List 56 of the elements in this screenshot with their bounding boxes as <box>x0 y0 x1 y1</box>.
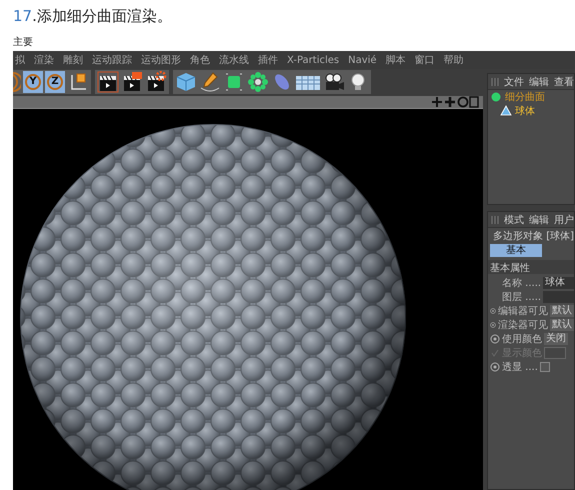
grip-icon[interactable] <box>491 76 499 86</box>
cloner-icon[interactable] <box>247 70 269 92</box>
attribute-label: 使用颜色 <box>502 332 542 346</box>
menu-item[interactable]: 渲染 <box>34 53 54 67</box>
object-name[interactable]: 细分曲面 <box>505 90 545 104</box>
menu-item[interactable]: X-Particles <box>287 54 340 66</box>
menu-item[interactable]: Navié <box>348 54 377 66</box>
menu-item[interactable]: 脚本 <box>386 53 406 67</box>
attribute-label: 图层 ..... <box>502 291 542 304</box>
sphere-object-icon[interactable] <box>500 105 512 117</box>
attribute-label: 渲染器可见 <box>498 318 548 332</box>
menu-item[interactable]: 角色 <box>190 53 210 67</box>
menu-item[interactable]: 用户 <box>554 212 574 226</box>
animation-radio-icon[interactable] <box>490 362 500 372</box>
grip-icon[interactable] <box>491 214 499 224</box>
dropdown[interactable]: 默认 <box>550 305 574 317</box>
menu-item[interactable]: 查看 <box>554 74 574 88</box>
menu-item[interactable]: 插件 <box>258 53 278 67</box>
menu-item[interactable]: 模式 <box>504 212 524 226</box>
text-field[interactable]: 球体 <box>543 277 574 289</box>
subdivision-cube-icon[interactable] <box>223 70 245 92</box>
render-view-icon[interactable] <box>97 70 119 92</box>
menu-item[interactable]: 运动跟踪 <box>92 53 132 67</box>
pen-icon[interactable] <box>199 70 221 92</box>
menu-item[interactable]: 帮助 <box>444 53 464 67</box>
section-header: 基本属性 <box>488 260 574 274</box>
check-icon <box>490 348 500 358</box>
object-name[interactable]: 球体 <box>515 104 535 118</box>
attribute-label: 透显 .... <box>502 360 538 374</box>
render-settings-icon[interactable] <box>145 70 167 92</box>
dropdown[interactable]: 关闭 <box>544 333 568 345</box>
menu-item[interactable]: 拟 <box>15 53 25 67</box>
step-heading: 17.添加细分曲面渲染。 <box>12 6 172 26</box>
menu-item[interactable]: 窗口 <box>414 53 435 67</box>
object-title: 多边形对象 [球体] <box>493 230 574 242</box>
attribute-label: 名称 ..... <box>502 277 542 290</box>
camera-icon[interactable] <box>323 70 345 92</box>
viewport-navigation-icon[interactable] <box>431 96 479 108</box>
axis-toggle-button[interactable]: Y <box>23 70 43 92</box>
menu-item[interactable]: 运动图形 <box>141 53 181 67</box>
menu-item[interactable]: 文件 <box>504 74 524 88</box>
attribute-tab[interactable]: 基本 <box>490 244 542 257</box>
dropdown[interactable]: 默认 <box>550 319 574 331</box>
axis-toggle-button[interactable]: Z <box>45 70 65 92</box>
render-picture-icon[interactable] <box>121 70 143 92</box>
menu-item[interactable]: 编辑 <box>529 74 549 88</box>
menu-item[interactable]: 雕刻 <box>63 53 83 67</box>
color-swatch[interactable] <box>544 347 566 359</box>
attribute-label: 编辑器可见 <box>498 304 548 318</box>
menu-item[interactable]: 编辑 <box>529 212 549 226</box>
cube-icon[interactable] <box>175 70 197 92</box>
checkbox[interactable] <box>540 362 550 372</box>
caption: 主要 <box>12 36 33 50</box>
text-field[interactable] <box>543 291 574 303</box>
subdivision-object-icon[interactable] <box>490 91 502 103</box>
menu-item[interactable]: 流水线 <box>219 53 249 67</box>
